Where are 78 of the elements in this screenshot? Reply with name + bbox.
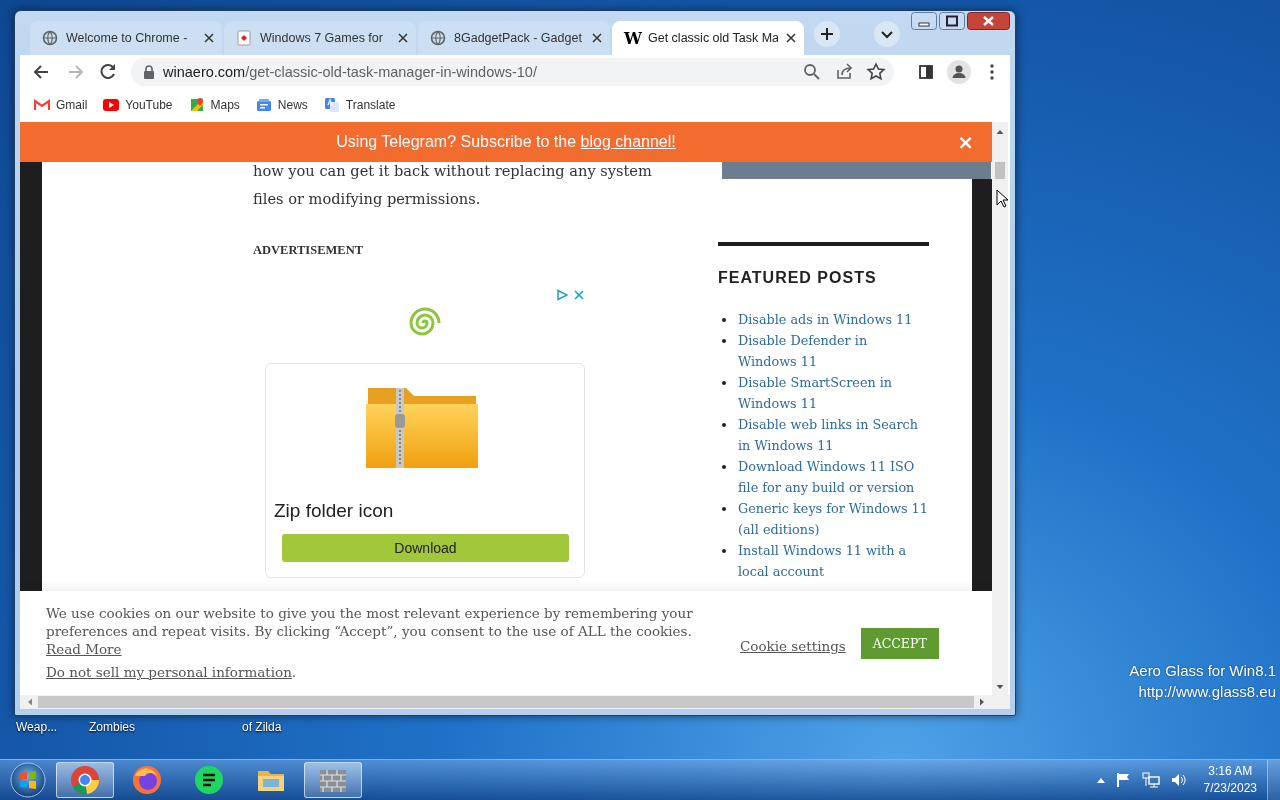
article-paragraph: how you can get it back without replacing any system files or modifying permissions. xyxy=(253,161,653,209)
privacy-notice: Do not sell my personal information. xyxy=(46,663,298,681)
cookie-settings-link[interactable]: Cookie settings xyxy=(740,638,846,654)
sidebar-heading: FEATURED POSTS xyxy=(718,268,878,288)
close-icon[interactable] xyxy=(204,33,214,43)
bookmark-label[interactable]: News xyxy=(277,98,308,112)
envelope-icon[interactable] xyxy=(34,99,50,111)
read-more-link[interactable]: Read More xyxy=(46,641,122,657)
desktop-text: Aero Glass for Win8.1 xyxy=(1129,661,1276,681)
address-bar[interactable]: winaero.com/get-classic-old-task-manager-in-windows-10/ xyxy=(131,57,894,86)
bullet-icon xyxy=(722,549,726,553)
bookmark-label[interactable]: Translate xyxy=(345,98,396,112)
bullet-icon xyxy=(722,465,726,469)
tab-search-button[interactable] xyxy=(874,21,900,47)
post-link[interactable]: Disable ads in Windows 11 xyxy=(738,309,929,330)
maximize-button[interactable] xyxy=(939,12,965,30)
close-icon[interactable] xyxy=(398,33,408,43)
map-pin-icon[interactable] xyxy=(188,97,205,113)
start-button[interactable] xyxy=(8,760,48,800)
show-desktop-button[interactable] xyxy=(1267,760,1280,800)
show-hidden-icons-button[interactable] xyxy=(1095,776,1106,784)
post-link[interactable]: Disable Defender in Windows 11 xyxy=(738,330,929,372)
bullet-icon xyxy=(722,423,726,427)
horizontal-scrollbar[interactable] xyxy=(20,695,1010,709)
ad-choices-icon[interactable] xyxy=(556,289,568,301)
newspaper-icon[interactable] xyxy=(255,98,272,112)
bookmark-label[interactable]: YouTube xyxy=(125,98,173,112)
network-icon[interactable] xyxy=(1141,772,1160,788)
url-text: winaero.com/get-classic-old-task-manager-in-windows-10/ xyxy=(163,63,538,80)
flag-icon[interactable] xyxy=(1115,772,1132,788)
browser-tab[interactable]: Windows 7 Games for xyxy=(224,21,416,55)
bullet-icon xyxy=(722,339,726,343)
bullet-icon xyxy=(722,318,726,322)
translate-icon[interactable] xyxy=(323,97,340,113)
close-button[interactable] xyxy=(967,12,1010,30)
tab-title: Windows 7 Games for xyxy=(260,31,384,45)
tab-title: Welcome to Chrome - xyxy=(66,31,189,45)
globe-icon xyxy=(430,30,446,46)
ad-title: Zip folder icon xyxy=(274,500,395,522)
browser-circle-icon xyxy=(69,764,101,796)
desktop-icon-label[interactable]: of Zilda xyxy=(242,720,282,734)
bookmark-label[interactable]: Maps xyxy=(210,98,240,112)
clock[interactable]: 3:16 AM 7/23/2023 xyxy=(1203,763,1257,797)
post-link[interactable]: Generic keys for Windows 11 (all editions) xyxy=(738,498,929,540)
do-not-sell-link[interactable]: Do not sell my personal information xyxy=(46,664,292,680)
browser-tab[interactable]: 8GadgetPack - Gadget xyxy=(418,21,610,55)
scroll-thumb[interactable] xyxy=(995,162,1005,179)
globe-icon xyxy=(42,30,58,46)
banner-text: Using Telegram? Subscribe to the blog channel! xyxy=(336,133,676,151)
desktop-text: http://www.glass8.eu xyxy=(1137,682,1276,702)
clock-date: 7/23/2023 xyxy=(1203,780,1257,797)
tab-title: 8GadgetPack - Gadget xyxy=(454,31,583,45)
advertisement-label: ADVERTISEMENT xyxy=(253,242,364,258)
post-link[interactable]: Disable SmartScreen in Windows 11 xyxy=(738,372,929,414)
scroll-thumb[interactable] xyxy=(38,696,974,708)
fox-globe-icon xyxy=(131,764,163,796)
bullet-icon xyxy=(722,381,726,385)
new-tab-button[interactable] xyxy=(814,21,840,47)
bookmark-label[interactable]: Gmail xyxy=(56,98,88,112)
cookie-notice: We use cookies on our website to give you the most relevant experience by remembering your preferences and repeat visits. By clicking “Accept”, you consent to the use of ALL the cookies. Read More xyxy=(46,604,694,658)
desktop-icon-label[interactable]: Zombies xyxy=(89,720,135,734)
close-icon[interactable] xyxy=(592,33,602,43)
desktop-icon-label[interactable]: Weap... xyxy=(16,720,58,734)
clock-time: 3:16 AM xyxy=(1207,763,1254,780)
list-circle-icon xyxy=(193,764,225,796)
vertical-scrollbar[interactable] xyxy=(992,122,1008,695)
lock-icon xyxy=(143,64,155,79)
post-link[interactable]: Install Windows 11 with a local account xyxy=(738,540,929,582)
bullet-icon xyxy=(722,507,726,511)
post-link[interactable]: Download Windows 11 ISO file for any build or version xyxy=(738,456,929,498)
playing-card-icon xyxy=(236,30,252,46)
close-icon[interactable] xyxy=(786,33,796,43)
profile-avatar[interactable] xyxy=(945,57,973,86)
play-icon[interactable] xyxy=(103,99,120,111)
speaker-icon[interactable] xyxy=(1169,772,1188,788)
download-button[interactable]: Download xyxy=(282,534,569,562)
post-link[interactable]: Disable web links in Search in Windows 11 xyxy=(738,414,929,456)
browser-tab[interactable]: Welcome to Chrome - xyxy=(30,21,222,55)
